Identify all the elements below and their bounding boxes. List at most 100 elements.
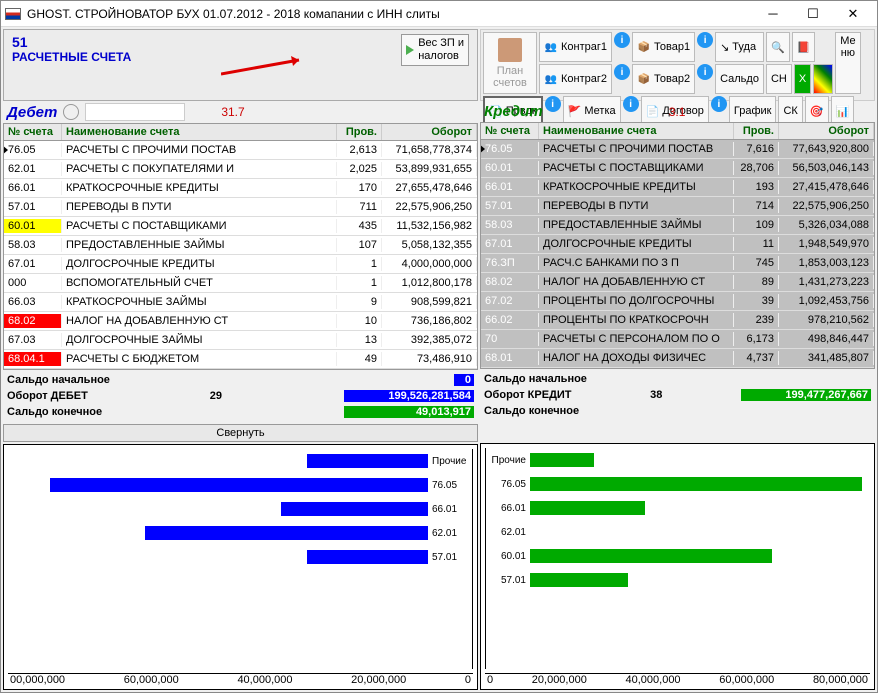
cell-prov: 89 xyxy=(734,275,779,289)
col-prov[interactable]: Пров. xyxy=(734,123,779,139)
table-row[interactable]: 60.01 РАСЧЕТЫ С ПОСТАВЩИКАМИ 28,706 56,5… xyxy=(481,159,874,178)
credit-section-num: 3.1 xyxy=(549,105,686,119)
cell-prov: 1 xyxy=(337,276,382,290)
end-balance-lbl: Сальдо конечное xyxy=(484,405,579,417)
box-icon: 📦 xyxy=(637,40,651,54)
table-row[interactable]: 68.01 НАЛОГ НА ДОХОДЫ ФИЗИЧЕС 4,737 341,… xyxy=(481,349,874,368)
cell-num: 68.01 xyxy=(481,351,539,365)
table-row[interactable]: 68.02 НАЛОГ НА ДОБАВЛЕННУЮ СТ 10 736,186… xyxy=(4,312,477,331)
book-button[interactable]: 📕 xyxy=(792,32,816,62)
kontrag1-button[interactable]: 👥Контраг1 xyxy=(539,32,612,62)
excel-button[interactable]: X xyxy=(794,64,811,94)
cell-obor: 341,485,807 xyxy=(779,351,874,365)
table-row[interactable]: 68.04.1 РАСЧЕТЫ С БЮДЖЕТОМ 49 73,486,910 xyxy=(4,350,477,369)
table-row[interactable]: 70 РАСЧЕТЫ С ПЕРСОНАЛОМ ПО О 6,173 498,8… xyxy=(481,330,874,349)
col-prov[interactable]: Пров. xyxy=(337,124,382,140)
chart-bar: Прочие xyxy=(486,448,870,472)
color-button[interactable] xyxy=(813,64,833,94)
table-row[interactable]: 66.01 КРАТКОСРОЧНЫЕ КРЕДИТЫ 170 27,655,4… xyxy=(4,179,477,198)
cell-prov: 193 xyxy=(734,180,779,194)
cell-num: 58.03 xyxy=(4,238,62,252)
cell-obor: 27,415,478,646 xyxy=(779,180,874,194)
debit-turnover-val: 199,526,281,584 xyxy=(344,390,474,402)
tovar1-button[interactable]: 📦Товар1 xyxy=(632,32,695,62)
table-row[interactable]: 58.03 ПРЕДОСТАВЛЕННЫЕ ЗАЙМЫ 109 5,326,03… xyxy=(481,216,874,235)
close-button[interactable]: ✕ xyxy=(833,3,873,25)
tovar2-button[interactable]: 📦Товар2 xyxy=(632,64,695,94)
cell-obor: 27,655,478,646 xyxy=(382,181,477,195)
table-row[interactable]: 67.02 ПРОЦЕНТЫ ПО ДОЛГОСРОЧНЫ 39 1,092,4… xyxy=(481,292,874,311)
col-obor[interactable]: Оборот xyxy=(382,124,477,140)
cell-num: 57.01 xyxy=(4,200,62,214)
cell-name: РАСЧЕТЫ С ПРОЧИМИ ПОСТАВ xyxy=(62,143,337,157)
chart-bar: 57.01 xyxy=(8,545,472,569)
col-name[interactable]: Наименование счета xyxy=(62,124,337,140)
info-icon[interactable]: i xyxy=(614,64,630,80)
table-row[interactable]: 66.02 ПРОЦЕНТЫ ПО КРАТКОСРОЧН 239 978,21… xyxy=(481,311,874,330)
cell-name: РАСЧЕТЫ С БЮДЖЕТОМ xyxy=(62,352,337,366)
table-row[interactable]: 57.01 ПЕРЕВОДЫ В ПУТИ 714 22,575,906,250 xyxy=(481,197,874,216)
cell-name: НАЛОГ НА ДОХОДЫ ФИЗИЧЕС xyxy=(539,351,734,365)
table-row[interactable]: 76.ЗП РАСЧ.С БАНКАМИ ПО З П 745 1,853,00… xyxy=(481,254,874,273)
table-row[interactable]: 67.01 ДОЛГОСРОЧНЫЕ КРЕДИТЫ 11 1,948,549,… xyxy=(481,235,874,254)
menu-button[interactable]: Ме ню xyxy=(835,32,860,94)
saldo-button[interactable]: Сальдо xyxy=(715,64,764,94)
cell-name: КРАТКОСРОЧНЫЕ ЗАЙМЫ xyxy=(62,295,337,309)
debit-chart: Прочие76.0566.0162.0157.01 00,000,00060,… xyxy=(3,444,478,690)
ves-zp-nalogov-button[interactable]: Вес ЗП и налогов xyxy=(401,34,469,66)
table-row[interactable]: 76.05 РАСЧЕТЫ С ПРОЧИМИ ПОСТАВ 2,613 71,… xyxy=(4,141,477,160)
arrow-icon: ↘ xyxy=(720,41,729,54)
table-row[interactable]: 66.03 КРАТКОСРОЧНЫЕ ЗАЙМЫ 9 908,599,821 xyxy=(4,293,477,312)
kontrag2-button[interactable]: 👥Контраг2 xyxy=(539,64,612,94)
table-row[interactable]: 68.02 НАЛОГ НА ДОБАВЛЕННУЮ СТ 89 1,431,2… xyxy=(481,273,874,292)
cell-prov: 714 xyxy=(734,199,779,213)
account-header: 51 РАСЧЕТНЫЕ СЧЕТА Вес ЗП и налогов xyxy=(3,29,478,101)
table-row[interactable]: 58.03 ПРЕДОСТАВЛЕННЫЕ ЗАЙМЫ 107 5,058,13… xyxy=(4,236,477,255)
ves-zp-label: Вес ЗП и налогов xyxy=(418,37,464,63)
people-icon: 👥 xyxy=(544,72,558,86)
table-row[interactable]: 76.05 РАСЧЕТЫ С ПРОЧИМИ ПОСТАВ 7,616 77,… xyxy=(481,140,874,159)
account-name: РАСЧЕТНЫЕ СЧЕТА xyxy=(12,50,131,64)
cell-prov: 2,025 xyxy=(337,162,382,176)
info-icon[interactable]: i xyxy=(697,64,713,80)
plan-schetov-button[interactable]: План счетов xyxy=(483,32,537,94)
maximize-button[interactable]: ☐ xyxy=(793,3,833,25)
cell-name: ВСПОМОГАТЕЛЬНЫЙ СЧЕТ xyxy=(62,276,337,290)
cell-num: 58.03 xyxy=(481,218,539,232)
cell-obor: 53,899,931,655 xyxy=(382,162,477,176)
cell-obor: 1,092,453,756 xyxy=(779,294,874,308)
debit-search-input[interactable] xyxy=(85,103,185,121)
search-icon[interactable] xyxy=(63,104,79,120)
cell-num: 67.02 xyxy=(481,294,539,308)
table-row[interactable]: 62.01 РАСЧЕТЫ С ПОКУПАТЕЛЯМИ И 2,025 53,… xyxy=(4,160,477,179)
col-num[interactable]: № счета xyxy=(4,124,62,140)
cell-obor: 908,599,821 xyxy=(382,295,477,309)
table-row[interactable]: 57.01 ПЕРЕВОДЫ В ПУТИ 711 22,575,906,250 xyxy=(4,198,477,217)
table-row[interactable]: 67.01 ДОЛГОСРОЧНЫЕ КРЕДИТЫ 1 4,000,000,0… xyxy=(4,255,477,274)
sn-button[interactable]: СН xyxy=(766,64,792,94)
credit-table: № счета Наименование счета Пров. Оборот … xyxy=(480,122,875,369)
table-row[interactable]: 66.01 КРАТКОСРОЧНЫЕ КРЕДИТЫ 193 27,415,4… xyxy=(481,178,874,197)
chart-bar: 57.01 xyxy=(486,568,870,592)
cell-prov: 1 xyxy=(337,257,382,271)
tuda-button[interactable]: ↘Туда xyxy=(715,32,764,62)
col-obor[interactable]: Оборот xyxy=(779,123,874,139)
cell-num: 76.05 xyxy=(4,143,62,157)
debit-section-num: 31.7 xyxy=(191,105,244,119)
search-button[interactable]: 🔍 xyxy=(766,32,790,62)
cell-name: РАСЧЕТЫ С ПОСТАВЩИКАМИ xyxy=(539,161,734,175)
cell-num: 57.01 xyxy=(481,199,539,213)
end-balance-val: 49,013,917 xyxy=(344,406,474,418)
collapse-button[interactable]: Свернуть xyxy=(3,424,478,442)
cell-name: ДОЛГОСРОЧНЫЕ КРЕДИТЫ xyxy=(62,257,337,271)
info-icon[interactable]: i xyxy=(697,32,713,48)
table-row[interactable]: 67.03 ДОЛГОСРОЧНЫЕ ЗАЙМЫ 13 392,385,072 xyxy=(4,331,477,350)
cell-prov: 435 xyxy=(337,219,382,233)
minimize-button[interactable]: ─ xyxy=(753,3,793,25)
table-row[interactable]: 60.01 РАСЧЕТЫ С ПОСТАВЩИКАМИ 435 11,532,… xyxy=(4,217,477,236)
col-name[interactable]: Наименование счета xyxy=(539,123,734,139)
table-row[interactable]: 000 ВСПОМОГАТЕЛЬНЫЙ СЧЕТ 1 1,012,800,178 xyxy=(4,274,477,293)
col-num[interactable]: № счета xyxy=(481,123,539,139)
info-icon[interactable]: i xyxy=(614,32,630,48)
cell-name: РАСЧЕТЫ С ПЕРСОНАЛОМ ПО О xyxy=(539,332,734,346)
